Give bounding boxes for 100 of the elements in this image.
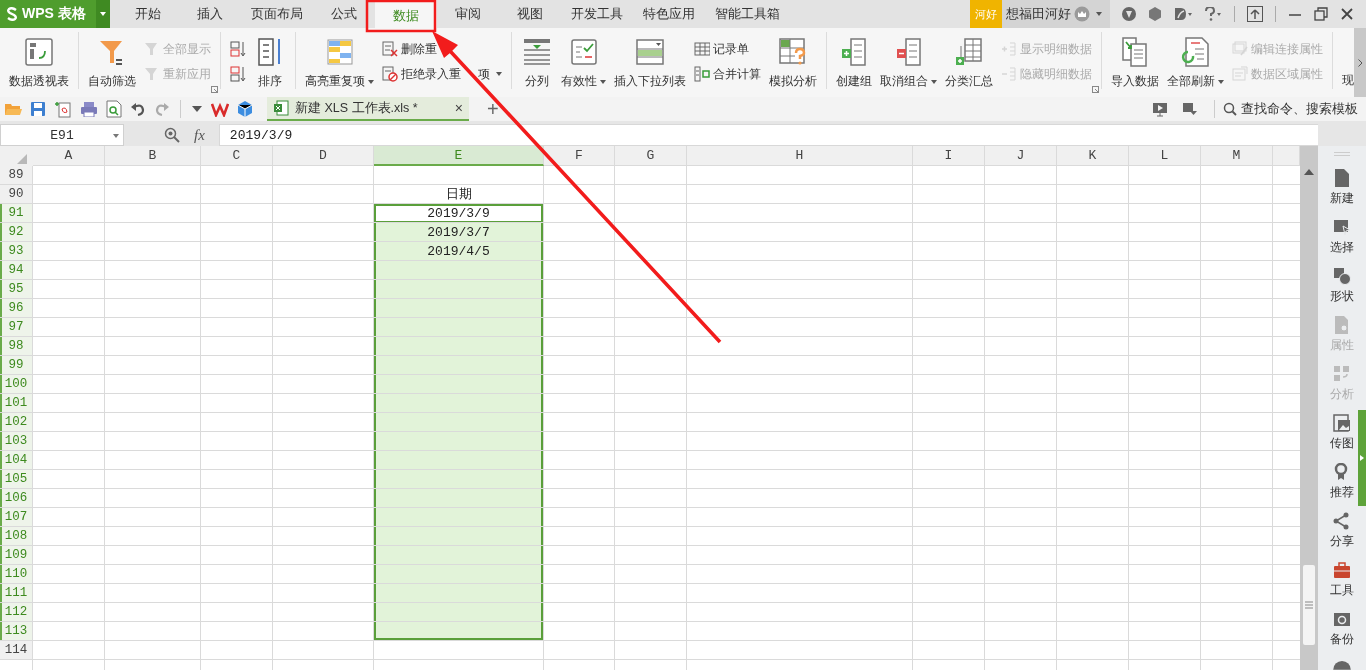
row-header[interactable]: 105 (0, 470, 33, 489)
ribbon-tab[interactable]: 开始 (117, 0, 179, 28)
leaf-icon[interactable] (1174, 7, 1192, 21)
ribbon-button[interactable]: 排序 (254, 36, 286, 89)
upload-icon[interactable] (1247, 6, 1263, 22)
column-header[interactable]: M (1201, 146, 1273, 166)
ribbon-tab[interactable]: 特色应用 (633, 0, 705, 28)
close-icon[interactable] (1340, 7, 1354, 21)
presentation-icon[interactable] (1152, 101, 1168, 117)
close-tab-button[interactable]: × (454, 100, 463, 116)
cube-icon[interactable] (237, 100, 253, 118)
redo-icon[interactable] (154, 101, 170, 117)
sidebar-button[interactable]: 形状 (1330, 261, 1354, 311)
ribbon-tab[interactable]: 页面布局 (241, 0, 313, 28)
sort-descending-button[interactable] (230, 63, 246, 85)
ribbon-tab[interactable]: 数据 (375, 0, 437, 28)
row-header[interactable]: 102 (0, 413, 33, 432)
row-header[interactable]: 97 (0, 318, 33, 337)
column-header[interactable]: F (544, 146, 615, 166)
row-header[interactable]: 96 (0, 299, 33, 318)
help-icon[interactable] (1204, 7, 1222, 21)
row-header[interactable]: 110 (0, 565, 33, 584)
print-icon[interactable] (80, 101, 98, 117)
ribbon-button[interactable]: 分类汇总 (945, 36, 993, 89)
sidebar-button[interactable]: 传图 (1330, 408, 1354, 458)
row-header[interactable]: 89 (0, 166, 33, 185)
column-header[interactable]: D (273, 146, 374, 166)
hexagon-icon[interactable] (1148, 7, 1162, 21)
ribbon-tab[interactable]: 智能工具箱 (705, 0, 790, 28)
column-header[interactable]: J (985, 146, 1057, 166)
formula-field[interactable]: 2019/3/9 (218, 124, 1318, 146)
name-box[interactable]: E91 (0, 124, 124, 146)
panel-toggle[interactable] (1358, 410, 1366, 506)
ribbon-tab[interactable]: 开发工具 (561, 0, 633, 28)
w-logo-icon[interactable] (211, 101, 229, 117)
row-header[interactable]: 101 (0, 394, 33, 413)
row-header[interactable]: 98 (0, 337, 33, 356)
row-header[interactable]: 92 (0, 223, 33, 242)
column-header[interactable]: K (1057, 146, 1129, 166)
ribbon-button[interactable]: 创建组 (836, 36, 872, 89)
new-tab-button[interactable]: + (477, 99, 509, 119)
row-header[interactable]: 108 (0, 527, 33, 546)
document-tab[interactable]: 新建 XLS 工作表.xls * × (267, 97, 469, 121)
row-header[interactable]: 91 (0, 204, 33, 223)
row-header[interactable]: 90 (0, 185, 33, 204)
column-header[interactable]: C (201, 146, 273, 166)
sidebar-button[interactable]: 新建 (1330, 163, 1354, 213)
column-header[interactable]: L (1129, 146, 1201, 166)
column-header[interactable]: B (105, 146, 201, 166)
caret-icon[interactable] (191, 105, 203, 113)
sidebar-button[interactable]: 备份 (1330, 604, 1354, 654)
row-header[interactable]: 113 (0, 622, 33, 641)
comment-dropdown-icon[interactable] (1182, 101, 1198, 117)
user-account-button[interactable]: 想福田河好 (1002, 0, 1110, 28)
row-header[interactable]: 99 (0, 356, 33, 375)
row-header[interactable]: 93 (0, 242, 33, 261)
ribbon-button[interactable]: 模拟分析 (769, 36, 817, 89)
ribbon-button[interactable]: 数据透视表 (9, 36, 69, 89)
column-header[interactable]: I (913, 146, 985, 166)
dropdown-button[interactable]: 取消组合 (880, 36, 937, 89)
vertical-scrollbar[interactable] (1300, 146, 1318, 670)
search-button[interactable]: 查找命令、搜索模板 (1217, 100, 1366, 118)
ribbon-button[interactable]: 分列 (521, 36, 553, 89)
print-preview-icon[interactable] (106, 100, 122, 118)
column-header[interactable]: H (687, 146, 913, 166)
row-header[interactable]: 109 (0, 546, 33, 565)
column-header[interactable]: G (615, 146, 687, 166)
ribbon-button[interactable]: 插入下拉列表 (614, 36, 686, 89)
row-header[interactable]: 106 (0, 489, 33, 508)
ribbon-button[interactable]: 删除重 (382, 38, 502, 60)
sidebar-button[interactable]: 工具 (1330, 555, 1354, 605)
save-icon[interactable] (30, 101, 46, 117)
app-dropdown-button[interactable] (96, 0, 110, 28)
skin-icon[interactable] (1122, 7, 1136, 21)
row-header[interactable]: 95 (0, 280, 33, 299)
sort-ascending-button[interactable] (230, 38, 246, 60)
ribbon-tab[interactable]: 视图 (499, 0, 561, 28)
ribbon-tab[interactable]: 插入 (179, 0, 241, 28)
sidebar-button[interactable]: 选择 (1330, 212, 1354, 262)
ribbon-tab[interactable]: 公式 (313, 0, 375, 28)
ribbon-button[interactable]: 导入数据 (1111, 36, 1159, 89)
row-header[interactable]: 107 (0, 508, 33, 527)
row-header[interactable]: 112 (0, 603, 33, 622)
dropdown-button[interactable]: 高亮重复项 (305, 36, 374, 89)
row-header[interactable]: 103 (0, 432, 33, 451)
scroll-up-icon[interactable] (1304, 168, 1314, 176)
row-header[interactable]: 114 (0, 641, 33, 660)
help-icon[interactable] (1333, 661, 1351, 670)
dropdown-button[interactable]: 有效性 (561, 36, 606, 89)
sidebar-button[interactable]: 推荐 (1330, 457, 1354, 507)
zoom-icon[interactable] (164, 127, 180, 143)
row-header[interactable]: 111 (0, 584, 33, 603)
export-pdf-icon[interactable] (54, 100, 72, 118)
row-header[interactable]: 104 (0, 451, 33, 470)
ribbon-button[interactable]: 自动筛选 (88, 36, 136, 89)
insert-function-button[interactable]: fx (194, 126, 205, 144)
dropdown-button[interactable]: 全部刷新 (1167, 36, 1224, 89)
dialog-launcher-icon[interactable] (1092, 86, 1099, 93)
row-header[interactable]: 100 (0, 375, 33, 394)
ribbon-button[interactable]: 合并计算 (694, 63, 761, 85)
